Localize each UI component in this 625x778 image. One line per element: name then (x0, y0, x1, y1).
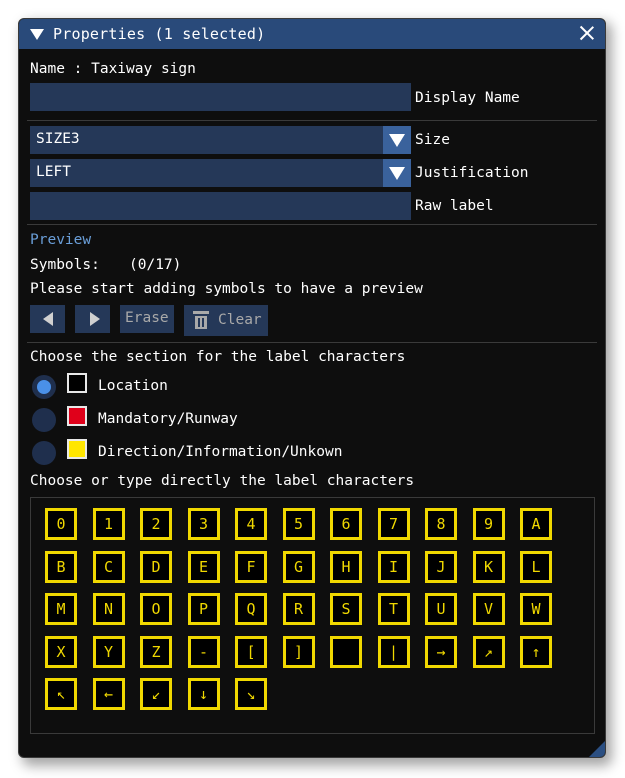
char-key[interactable]: ↙ (140, 678, 172, 710)
char-key[interactable]: ] (282, 635, 315, 668)
arrow-left-icon (43, 312, 53, 326)
char-key[interactable]: K (472, 550, 505, 583)
char-key[interactable]: 2 (140, 508, 172, 540)
display-name-label: Display Name (415, 90, 520, 106)
char-key[interactable]: 1 (92, 508, 125, 540)
section-mandatory-radio[interactable] (32, 408, 56, 432)
char-key[interactable]: 7 (377, 508, 410, 540)
justification-dropdown[interactable]: LEFT (30, 159, 411, 187)
char-key[interactable]: [ (235, 635, 267, 668)
next-button[interactable] (75, 305, 110, 333)
char-key[interactable]: J (425, 550, 457, 583)
char-key[interactable]: 4 (235, 508, 267, 540)
char-key[interactable]: C (92, 550, 125, 583)
char-key[interactable]: N (92, 593, 125, 625)
symbols-label: Symbols: (30, 257, 100, 273)
char-key[interactable]: ↑ (520, 635, 552, 668)
previous-button[interactable] (30, 305, 65, 333)
section-mandatory-label: Mandatory/Runway (98, 411, 238, 427)
char-key[interactable]: G (282, 550, 315, 583)
char-key[interactable]: H (330, 550, 362, 583)
window-title: Properties (1 selected) (53, 25, 266, 43)
char-key[interactable]: 8 (425, 508, 457, 540)
character-grid: 0 1 2 3 4 5 6 7 8 9 A B C D E F G H I J K L M N O P Q R S T U V W X Y Z -[] |… (30, 497, 595, 734)
mandatory-color-swatch (67, 406, 87, 426)
erase-button[interactable]: Erase (120, 305, 174, 333)
object-name: Name : Taxiway sign (30, 61, 196, 77)
chars-prompt: Choose or type directly the label charac… (30, 473, 415, 489)
section-location-radio[interactable] (32, 375, 56, 399)
char-key[interactable]: I (377, 550, 410, 583)
trash-icon (193, 311, 209, 329)
char-key[interactable]: 5 (282, 508, 315, 540)
location-color-swatch (67, 373, 87, 393)
raw-label-label: Raw label (415, 198, 494, 214)
char-key[interactable]: 9 (472, 508, 505, 540)
divider (27, 224, 597, 225)
char-key[interactable]: - (187, 635, 220, 668)
size-label: Size (415, 132, 450, 148)
char-key[interactable]: M (45, 593, 77, 625)
divider (27, 342, 597, 343)
char-key[interactable]: → (425, 635, 457, 668)
chevron-down-icon[interactable] (383, 159, 411, 187)
preview-hint: Please start adding symbols to have a pr… (30, 281, 423, 297)
direction-color-swatch (67, 439, 87, 459)
char-key[interactable]: ← (92, 678, 125, 710)
raw-label-input[interactable] (30, 192, 411, 220)
char-key[interactable]: V (472, 593, 505, 625)
size-dropdown[interactable]: SIZE3 (30, 126, 411, 154)
section-location-label: Location (98, 378, 168, 394)
title-bar[interactable]: Properties (1 selected) (19, 19, 605, 49)
char-key[interactable]: ↖ (45, 678, 77, 710)
symbols-count: (0/17) (129, 257, 182, 273)
char-key[interactable]: ↓ (187, 678, 220, 710)
char-key[interactable]: Y (92, 635, 125, 668)
char-key[interactable]: ↗ (472, 635, 505, 668)
char-key[interactable]: L (520, 550, 552, 583)
char-key[interactable]: B (45, 550, 77, 583)
char-key[interactable]: P (187, 593, 220, 625)
char-key[interactable]: 3 (187, 508, 220, 540)
char-key[interactable]: W (520, 593, 552, 625)
char-key[interactable]: 0 (45, 508, 77, 540)
char-key[interactable]: R (282, 593, 315, 625)
clear-button[interactable]: Clear (184, 305, 268, 336)
char-key[interactable]: E (187, 550, 220, 583)
preview-header[interactable]: Preview (30, 232, 91, 248)
justification-label: Justification (415, 165, 529, 181)
char-key[interactable]: D (140, 550, 172, 583)
display-name-input[interactable] (30, 83, 411, 111)
properties-window: Properties (1 selected) Name : Taxiway s… (18, 18, 606, 758)
close-icon[interactable] (578, 24, 596, 42)
char-key[interactable]: ↘ (235, 678, 267, 710)
char-key[interactable]: F (235, 550, 267, 583)
char-key[interactable]: T (377, 593, 410, 625)
size-value: SIZE3 (36, 131, 80, 147)
char-key[interactable] (330, 635, 362, 668)
char-key[interactable]: Q (235, 593, 267, 625)
char-key[interactable]: O (140, 593, 172, 625)
char-key[interactable]: | (377, 635, 410, 668)
char-key[interactable]: S (330, 593, 362, 625)
section-direction-radio[interactable] (32, 441, 56, 465)
chevron-down-icon[interactable] (383, 126, 411, 154)
justification-value: LEFT (36, 164, 71, 180)
char-key[interactable]: U (425, 593, 457, 625)
arrow-right-icon (90, 312, 100, 326)
char-key[interactable]: A (520, 508, 552, 540)
char-key[interactable]: X (45, 635, 77, 668)
collapse-arrow-icon[interactable] (30, 28, 44, 40)
divider (27, 120, 597, 121)
resize-grip-icon[interactable] (589, 741, 605, 757)
section-prompt: Choose the section for the label charact… (30, 349, 406, 365)
char-key[interactable]: Z (140, 635, 172, 668)
section-direction-label: Direction/Information/Unkown (98, 444, 343, 460)
char-key[interactable]: 6 (330, 508, 362, 540)
